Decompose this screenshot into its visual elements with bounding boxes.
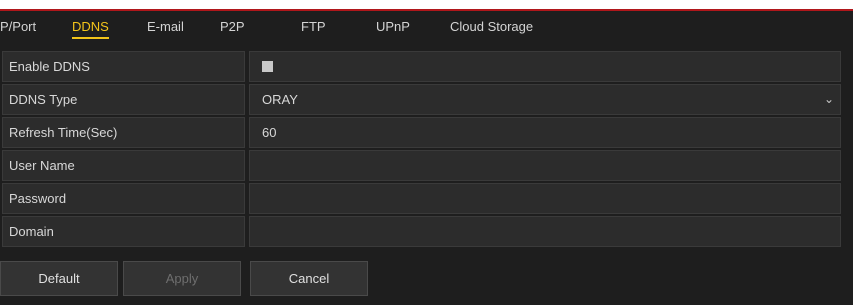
tab-email[interactable]: E-mail [147,19,184,34]
enable-ddns-label: Enable DDNS [2,51,245,82]
apply-button[interactable]: Apply [123,261,241,296]
enable-ddns-cell [249,51,841,82]
tab-upnp[interactable]: UPnP [376,19,410,34]
row-domain: Domain [2,216,841,247]
top-strip [0,0,853,9]
ddns-type-select[interactable]: ORAY ⌄ [249,84,841,115]
row-refresh-time: Refresh Time(Sec) 60 [2,117,841,148]
tab-bar: P/Port DDNS E-mail P2P FTP UPnP Cloud St… [0,11,853,45]
ddns-type-label: DDNS Type [2,84,245,115]
domain-input[interactable] [249,216,841,247]
ddns-type-value: ORAY [262,92,298,107]
row-ddns-type: DDNS Type ORAY ⌄ [2,84,841,115]
domain-label: Domain [2,216,245,247]
ddns-form: Enable DDNS DDNS Type ORAY ⌄ Refresh Tim… [2,51,841,249]
password-input[interactable] [249,183,841,214]
password-label: Password [2,183,245,214]
row-user-name: User Name [2,150,841,181]
tab-port[interactable]: P/Port [0,19,36,34]
row-enable-ddns: Enable DDNS [2,51,841,82]
refresh-time-label: Refresh Time(Sec) [2,117,245,148]
tab-p2p[interactable]: P2P [220,19,245,34]
settings-panel: P/Port DDNS E-mail P2P FTP UPnP Cloud St… [0,11,853,305]
tab-ftp[interactable]: FTP [301,19,326,34]
user-name-label: User Name [2,150,245,181]
default-button[interactable]: Default [0,261,118,296]
chevron-down-icon[interactable]: ⌄ [824,85,834,114]
row-password: Password [2,183,841,214]
tab-cloud-storage[interactable]: Cloud Storage [450,19,533,34]
user-name-input[interactable] [249,150,841,181]
tab-ddns[interactable]: DDNS [72,19,109,39]
cancel-button[interactable]: Cancel [250,261,368,296]
refresh-time-input[interactable]: 60 [249,117,841,148]
enable-ddns-checkbox[interactable] [262,61,273,73]
